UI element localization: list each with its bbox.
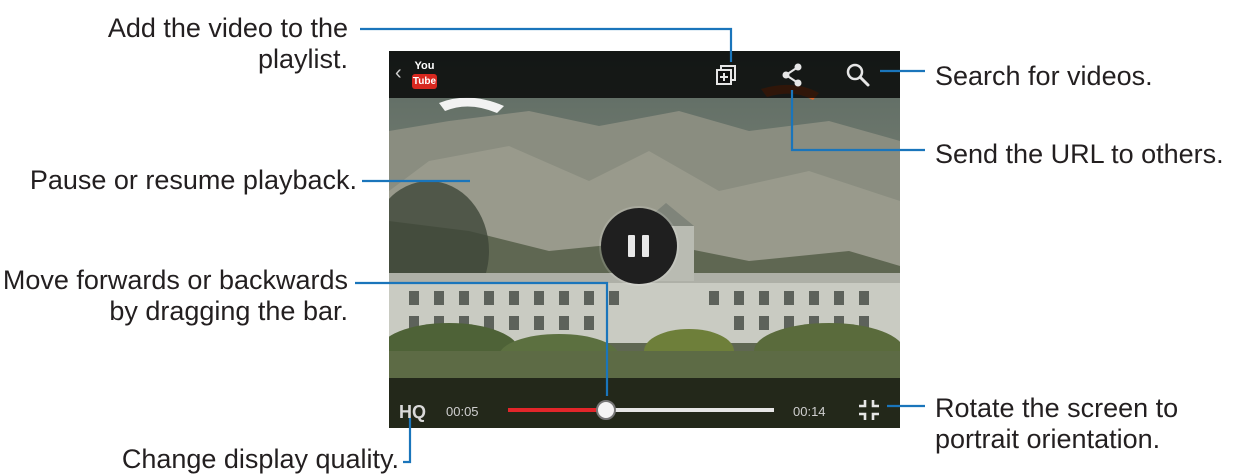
callout-line-quality bbox=[403, 418, 412, 464]
callout-line-seek-bar bbox=[355, 281, 609, 396]
callout-line-add-to-playlist bbox=[360, 27, 733, 62]
callout-lines bbox=[355, 27, 925, 464]
callout-line-send-url bbox=[790, 90, 925, 152]
